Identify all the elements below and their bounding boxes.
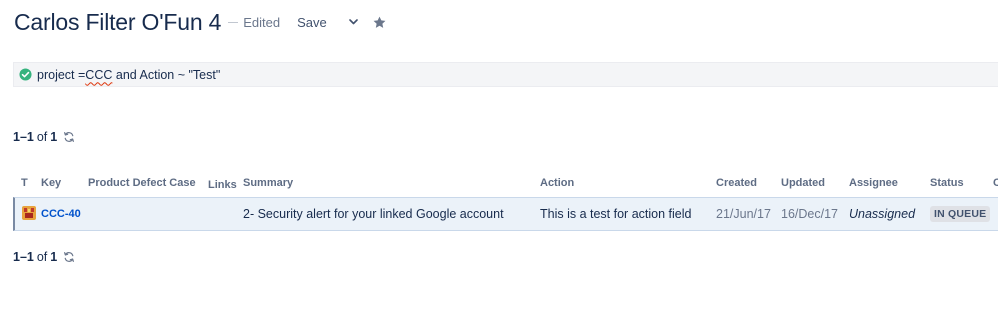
- edited-label: Edited: [243, 14, 281, 30]
- save-button[interactable]: Save: [297, 15, 327, 30]
- pagination-total: 1: [50, 130, 58, 144]
- jql-query-field[interactable]: project =CCC and Action ~ "Test": [13, 62, 998, 87]
- jql-query-text: project =CCC and Action ~ "Test": [37, 68, 220, 82]
- refresh-icon[interactable]: [63, 251, 75, 263]
- jql-query-prefix: project =: [37, 67, 86, 82]
- jql-query-project: CCC: [85, 67, 113, 82]
- table-row[interactable]: CCC-40 2- Security alert for your linked…: [13, 197, 998, 231]
- column-header-summary[interactable]: Summary: [243, 177, 293, 189]
- pagination-bottom: 1–1 of 1: [13, 250, 75, 264]
- check-circle-icon: [19, 68, 32, 81]
- jql-query-suffix: and Action ~ "Test": [112, 67, 221, 82]
- column-header-updated[interactable]: Updated: [781, 177, 825, 189]
- filter-header: Carlos Filter O'Fun 4 Edited Save: [14, 6, 389, 38]
- edited-indicator: Edited: [228, 15, 280, 30]
- status-badge: IN QUEUE: [930, 206, 991, 222]
- column-header-status[interactable]: Status: [930, 177, 964, 189]
- column-header-extra[interactable]: C: [993, 177, 998, 189]
- summary-cell[interactable]: 2- Security alert for your linked Google…: [243, 207, 504, 221]
- bug-issue-type-icon: [22, 206, 36, 220]
- chevron-down-icon[interactable]: [347, 15, 361, 29]
- pagination-range: 1–1: [13, 250, 34, 264]
- refresh-icon[interactable]: [63, 131, 75, 143]
- column-header-links[interactable]: Links: [208, 179, 237, 191]
- column-header-action[interactable]: Action: [540, 177, 574, 189]
- star-icon[interactable]: [371, 13, 389, 31]
- column-header-type[interactable]: T: [21, 177, 28, 189]
- table-header: T Key Product Defect Case Links Summary …: [13, 174, 998, 194]
- assignee-cell: Unassigned: [849, 207, 916, 221]
- pagination-range: 1–1: [13, 130, 34, 144]
- column-header-key[interactable]: Key: [41, 177, 61, 189]
- column-header-product-defect-case[interactable]: Product Defect Case: [88, 177, 196, 189]
- issue-key-link[interactable]: CCC-40: [41, 208, 81, 220]
- issue-navigator: Carlos Filter O'Fun 4 Edited Save projec…: [0, 0, 998, 310]
- edited-dash: [228, 21, 239, 23]
- updated-cell: 16/Dec/17: [781, 207, 838, 221]
- pagination-of: of: [36, 250, 48, 264]
- pagination-total: 1: [50, 250, 58, 264]
- column-header-assignee[interactable]: Assignee: [849, 177, 898, 189]
- created-cell: 21/Jun/17: [716, 207, 771, 221]
- column-header-created[interactable]: Created: [716, 177, 757, 189]
- filter-title: Carlos Filter O'Fun 4: [14, 8, 222, 35]
- action-cell: This is a test for action field: [540, 207, 692, 221]
- pagination-top: 1–1 of 1: [13, 130, 75, 144]
- pagination-of: of: [36, 130, 48, 144]
